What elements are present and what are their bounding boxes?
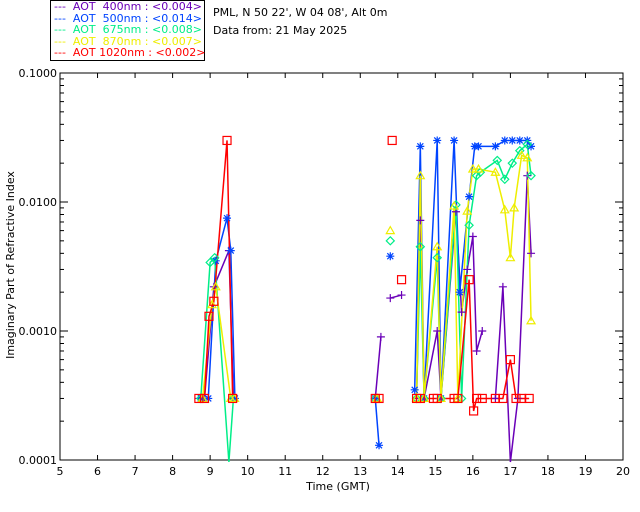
data-point-asterisk [474,142,483,151]
data-point-asterisk [508,136,517,145]
series-line-0 [374,336,382,399]
data-point-plus [376,332,385,341]
series-line-1 [374,398,380,446]
data-point-plus [527,249,536,258]
data-point-asterisk [386,252,395,261]
data-point-plus [397,291,406,300]
data-point-asterisk [491,142,500,151]
x-tick-label: 7 [132,465,139,478]
data-point-plus [386,294,395,303]
x-tick-label: 16 [466,465,480,478]
x-tick-label: 6 [94,465,101,478]
data-point-plus [478,327,487,335]
legend-item-1020nm: --- AOT 1020nm : <0.002> [54,46,206,60]
data-point-plus [468,232,477,241]
y-axis-label: Imaginary Part of Refractive Index [4,171,17,359]
x-tick-label: 20 [616,465,630,478]
data-point-asterisk [375,441,384,450]
data-point-plus [491,394,500,403]
data-point-diamond [385,235,396,246]
y-tick-label: 0.0100 [19,196,58,209]
aot-chart: 5 6 7 8 9 10 11 12 13 14 15 16 17 18 19 20 0.0001 0.0010 0… [4,67,630,493]
x-tick-label: 11 [278,465,292,478]
x-tick-label: 14 [391,465,405,478]
data-point-triangle [385,225,396,235]
y-tick-label: 0.0010 [19,325,58,338]
series-line-2 [200,255,235,463]
data-point-asterisk [433,136,442,145]
data-point-asterisk [223,214,232,223]
data-point-square [396,275,407,285]
legend-item-400nm: --- AOT 400nm : <0.004> [54,0,202,13]
x-axis-label: Time (GMT) [305,480,370,493]
data-point-asterisk [515,136,524,145]
x-tick-label: 19 [578,465,592,478]
data-point-square [387,135,397,146]
data-point-plus [498,282,507,291]
x-tick-label: 15 [428,465,442,478]
plot-frame [59,72,624,461]
x-tick-label: 5 [57,465,64,478]
data-point-plus [416,216,425,225]
data-point-asterisk [465,192,474,201]
y-tick-label: 0.0001 [19,454,58,467]
data-point-asterisk [226,246,235,255]
data-point-asterisk [450,136,459,145]
data-point-asterisk [455,288,464,297]
date-info: Data from: 21 May 2025 [213,24,348,37]
x-tick-label: 9 [207,465,214,478]
x-tick-label: 13 [353,465,367,478]
legend: --- AOT 400nm : <0.004> --- AOT 500nm : … [50,0,205,61]
data-point-asterisk [416,142,425,151]
location-info: PML, N 50 22', W 04 08', Alt 0m [213,6,388,19]
x-tick-label: 18 [541,465,555,478]
x-tick-label: 8 [169,465,176,478]
data-point-asterisk [410,385,419,394]
x-tick-label: 12 [316,465,330,478]
y-tick-label: 0.1000 [19,67,58,80]
x-tick-label: 10 [241,465,255,478]
data-point-plus [472,346,481,355]
data-point-asterisk [500,136,509,145]
x-tick-label: 17 [503,465,517,478]
